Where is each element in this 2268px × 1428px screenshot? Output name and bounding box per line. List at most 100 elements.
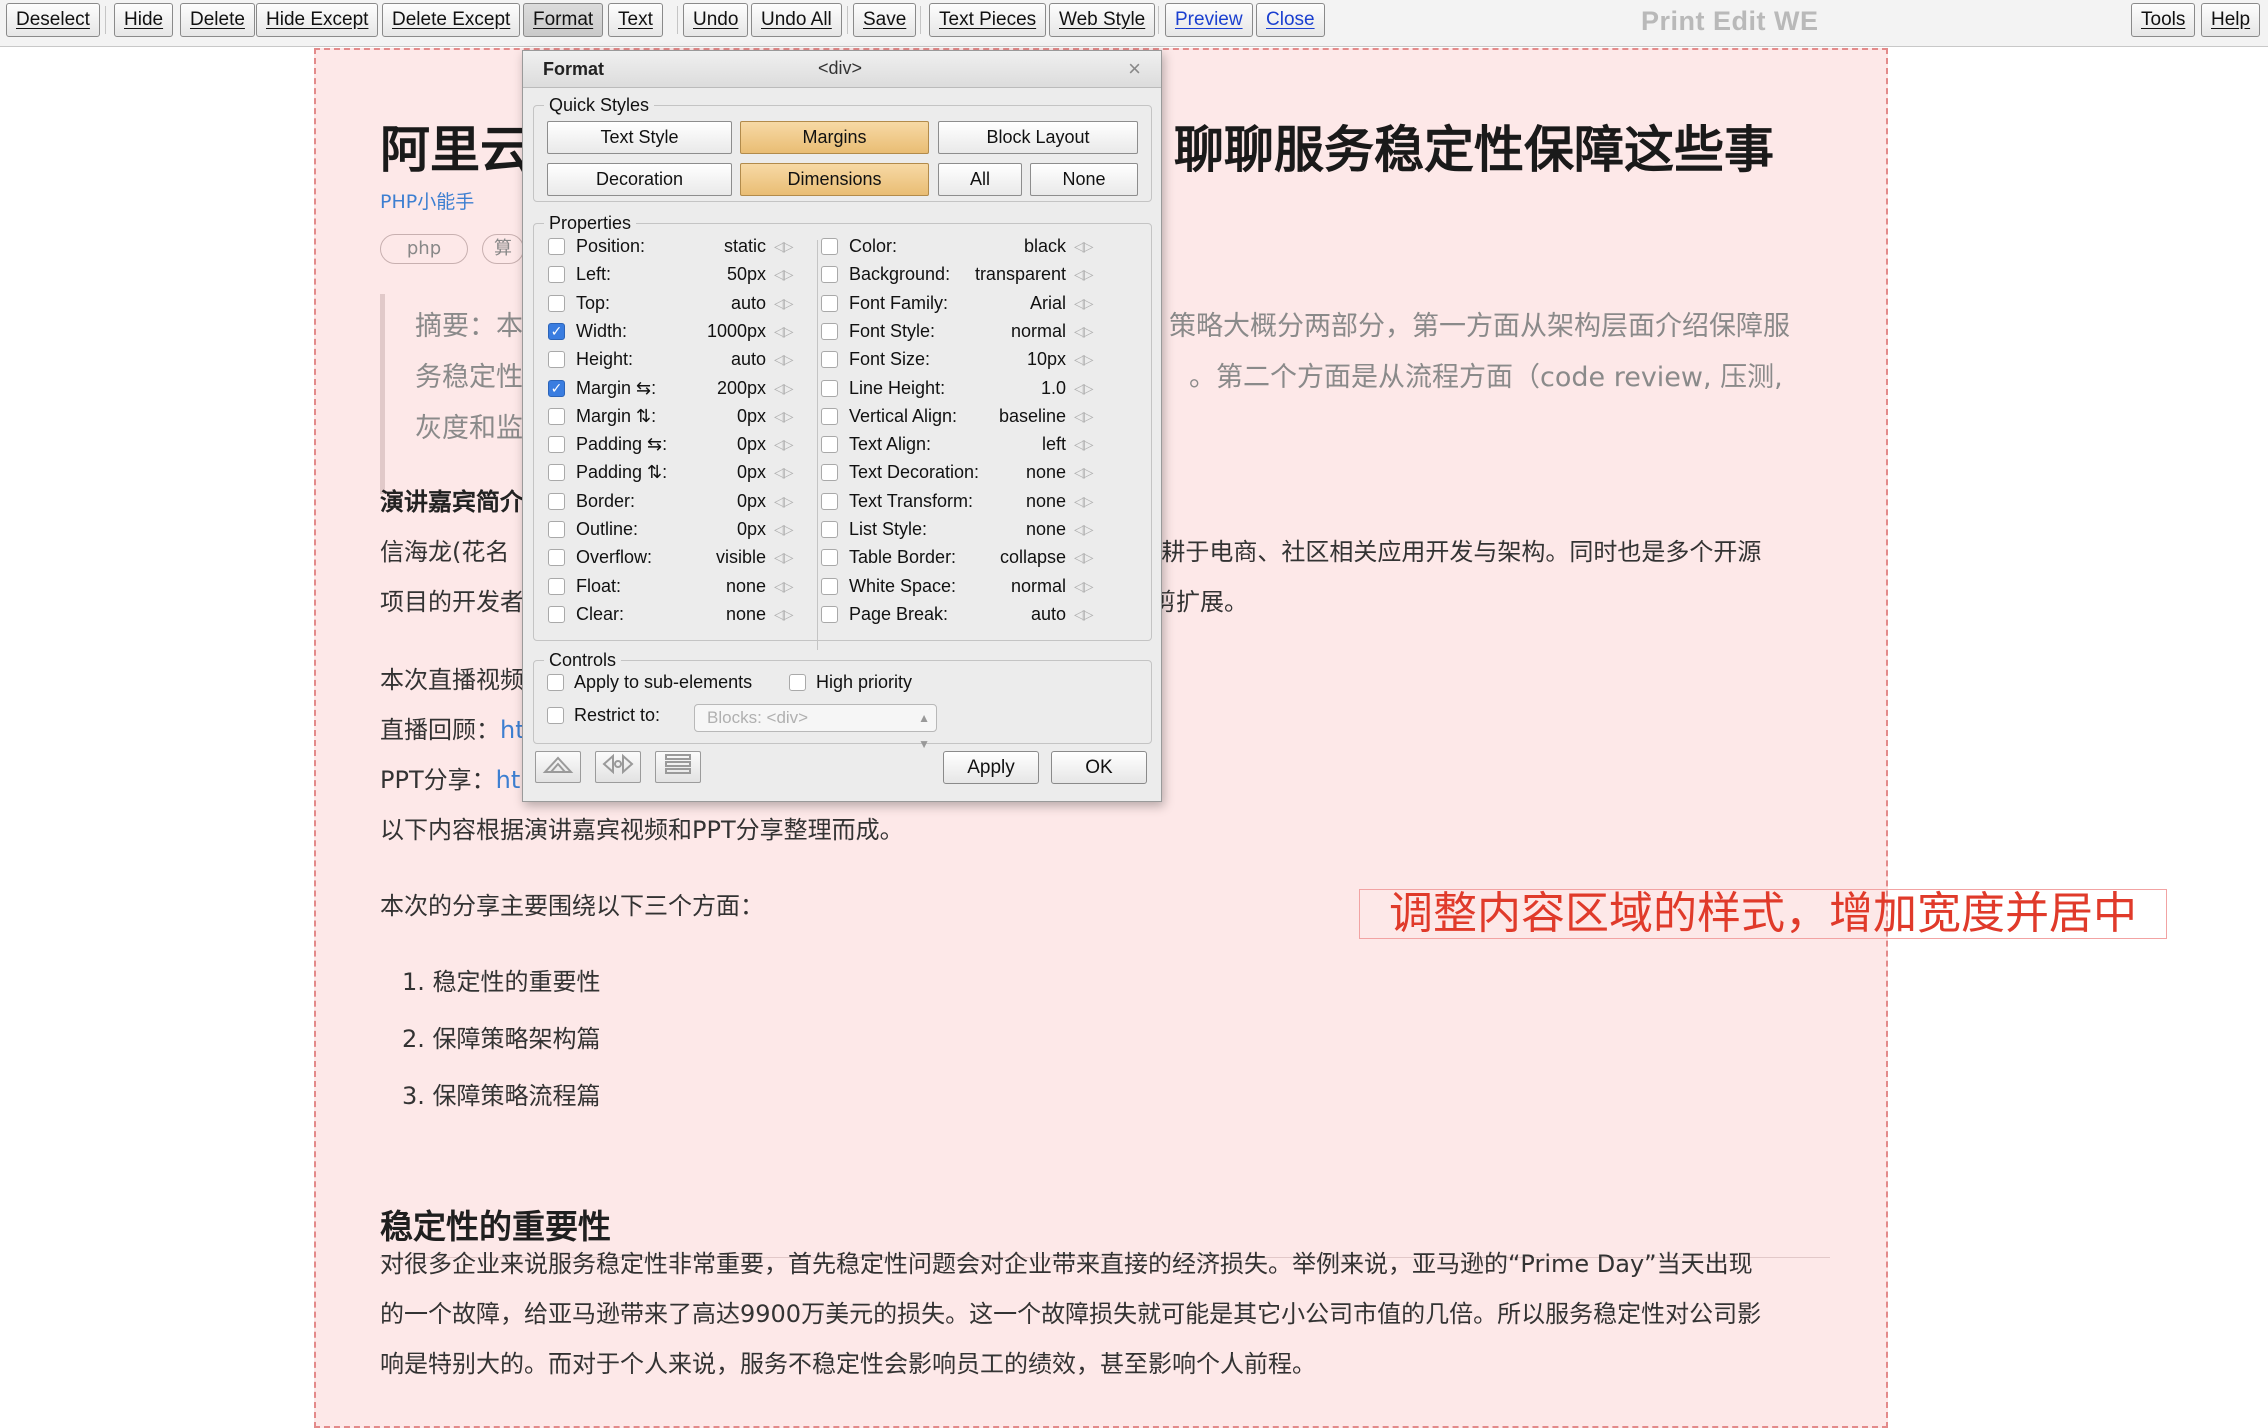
value-stepper-icon[interactable]: ◁▷ xyxy=(1074,604,1104,624)
property-value[interactable]: auto xyxy=(731,293,766,314)
save-button[interactable]: Save xyxy=(853,3,917,37)
property-checkbox[interactable] xyxy=(548,238,565,255)
value-stepper-icon[interactable]: ◁▷ xyxy=(774,576,804,596)
property-value[interactable]: none xyxy=(1026,491,1066,512)
value-stepper-icon[interactable]: ◁▷ xyxy=(774,462,804,482)
preview-button[interactable]: Preview xyxy=(1165,3,1253,37)
property-checkbox[interactable] xyxy=(548,521,565,538)
value-stepper-icon[interactable]: ◁▷ xyxy=(1074,462,1104,482)
property-checkbox[interactable] xyxy=(821,322,838,340)
property-value[interactable]: normal xyxy=(1011,576,1066,597)
property-checkbox[interactable] xyxy=(548,492,565,510)
value-stepper-icon[interactable]: ◁▷ xyxy=(774,321,804,341)
property-value[interactable]: collapse xyxy=(1000,547,1066,568)
property-checkbox[interactable] xyxy=(548,549,565,567)
close-button[interactable]: Close xyxy=(1256,3,1325,37)
property-checkbox[interactable] xyxy=(821,266,838,284)
property-value[interactable]: 0px xyxy=(737,462,766,483)
hide-except-button[interactable]: Hide Except xyxy=(256,3,379,37)
tag-second[interactable]: 算 xyxy=(482,234,524,264)
value-stepper-icon[interactable]: ◁▷ xyxy=(1074,576,1104,596)
property-checkbox[interactable] xyxy=(548,464,565,482)
value-stepper-icon[interactable]: ◁▷ xyxy=(1074,434,1104,454)
property-checkbox[interactable] xyxy=(821,238,838,255)
value-stepper-icon[interactable]: ◁▷ xyxy=(1074,349,1104,369)
text-button[interactable]: Text xyxy=(608,3,663,37)
property-value[interactable]: auto xyxy=(731,349,766,370)
value-stepper-icon[interactable]: ◁▷ xyxy=(774,378,804,398)
tools-button[interactable]: Tools xyxy=(2131,3,2196,37)
value-stepper-icon[interactable]: ◁▷ xyxy=(774,236,804,256)
hide-button[interactable]: Hide xyxy=(114,3,174,37)
delete-button[interactable]: Delete xyxy=(180,3,255,37)
align-block-icon[interactable] xyxy=(655,751,701,783)
property-value[interactable]: none xyxy=(1026,462,1066,483)
value-stepper-icon[interactable]: ◁▷ xyxy=(774,406,804,426)
value-stepper-icon[interactable]: ◁▷ xyxy=(1074,406,1104,426)
property-value[interactable]: 0px xyxy=(737,406,766,427)
property-value[interactable]: transparent xyxy=(975,264,1066,285)
value-stepper-icon[interactable]: ◁▷ xyxy=(774,604,804,624)
quick-style-decoration-button[interactable]: Decoration xyxy=(547,163,732,196)
web-style-button[interactable]: Web Style xyxy=(1049,3,1156,37)
quick-style-block-layout-button[interactable]: Block Layout xyxy=(938,121,1138,154)
value-stepper-icon[interactable]: ◁▷ xyxy=(1074,236,1104,256)
property-value[interactable]: none xyxy=(726,604,766,625)
property-value[interactable]: 0px xyxy=(737,519,766,540)
high-priority-checkbox[interactable] xyxy=(789,674,806,691)
value-stepper-icon[interactable]: ◁▷ xyxy=(1074,321,1104,341)
tag-php[interactable]: php xyxy=(380,234,468,264)
quick-style-margins-button[interactable]: Margins xyxy=(740,121,929,154)
property-value[interactable]: auto xyxy=(1031,604,1066,625)
ok-button[interactable]: OK xyxy=(1051,751,1147,784)
close-icon[interactable]: × xyxy=(1128,56,1141,82)
property-value[interactable]: baseline xyxy=(999,406,1066,427)
value-stepper-icon[interactable]: ◁▷ xyxy=(1074,378,1104,398)
value-stepper-icon[interactable]: ◁▷ xyxy=(1074,293,1104,313)
property-checkbox[interactable] xyxy=(548,266,565,284)
property-checkbox[interactable]: ✓ xyxy=(548,322,565,340)
property-value[interactable]: 1.0 xyxy=(1041,378,1066,399)
property-checkbox[interactable] xyxy=(548,407,565,425)
property-checkbox[interactable] xyxy=(548,294,565,312)
value-stepper-icon[interactable]: ◁▷ xyxy=(774,349,804,369)
apply-button[interactable]: Apply xyxy=(943,751,1039,784)
property-checkbox[interactable] xyxy=(548,436,565,454)
quick-style-text-style-button[interactable]: Text Style xyxy=(547,121,732,154)
property-checkbox[interactable] xyxy=(821,294,838,312)
property-checkbox[interactable] xyxy=(548,605,565,623)
value-stepper-icon[interactable]: ◁▷ xyxy=(1074,491,1104,511)
property-value[interactable]: left xyxy=(1042,434,1066,455)
property-checkbox[interactable] xyxy=(821,436,838,454)
property-value[interactable]: none xyxy=(726,576,766,597)
property-value[interactable]: none xyxy=(1026,519,1066,540)
property-checkbox[interactable] xyxy=(821,605,838,623)
restrict-to-select[interactable]: Blocks: <div> ▲ ▼ xyxy=(694,704,937,751)
property-value[interactable]: 200px xyxy=(717,378,766,399)
property-checkbox[interactable] xyxy=(821,492,838,510)
delete-except-button[interactable]: Delete Except xyxy=(382,3,521,37)
quick-style-dimensions-button[interactable]: Dimensions xyxy=(740,163,929,196)
value-stepper-icon[interactable]: ◁▷ xyxy=(774,264,804,284)
property-value[interactable]: black xyxy=(1024,236,1066,257)
dialog-titlebar[interactable]: Format <div> × xyxy=(523,51,1161,88)
undo-all-button[interactable]: Undo All xyxy=(751,3,842,37)
property-checkbox[interactable]: ✓ xyxy=(548,379,565,397)
select-parent-icon[interactable] xyxy=(535,751,581,783)
author-link[interactable]: PHP小能手 xyxy=(380,187,474,214)
deselect-button[interactable]: Deselect xyxy=(6,3,100,37)
property-value[interactable]: 50px xyxy=(727,264,766,285)
text-pieces-button[interactable]: Text Pieces xyxy=(929,3,1047,37)
select-sibling-icon[interactable] xyxy=(595,751,641,783)
property-value[interactable]: static xyxy=(724,236,766,257)
value-stepper-icon[interactable]: ◁▷ xyxy=(774,547,804,567)
property-checkbox[interactable] xyxy=(548,577,565,595)
restrict-to-checkbox[interactable] xyxy=(547,707,564,724)
value-stepper-icon[interactable]: ◁▷ xyxy=(774,491,804,511)
property-value[interactable]: 0px xyxy=(737,491,766,512)
property-checkbox[interactable] xyxy=(821,379,838,397)
property-value[interactable]: visible xyxy=(716,547,766,568)
apply-sub-elements-checkbox[interactable] xyxy=(547,674,564,691)
property-checkbox[interactable] xyxy=(821,407,838,425)
property-value[interactable]: 0px xyxy=(737,434,766,455)
